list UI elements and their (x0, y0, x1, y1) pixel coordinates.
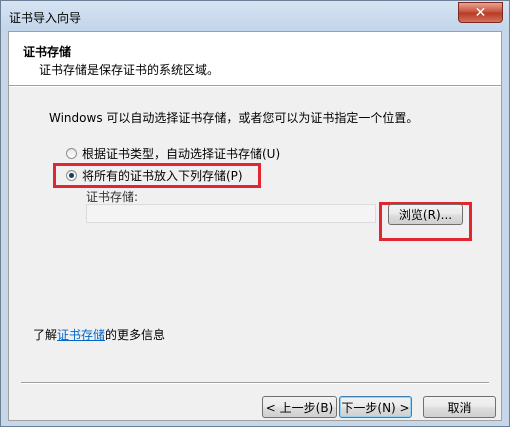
manual-store-radio[interactable] (66, 169, 77, 181)
certificate-store-link[interactable]: 证书存储 (57, 328, 105, 342)
next-button[interactable]: 下一步(N) > (339, 396, 412, 418)
auto-select-label: 根据证书类型，自动选择证书存储(U) (82, 146, 281, 161)
cancel-button[interactable]: 取消 (423, 396, 496, 418)
footer-divider (21, 382, 489, 384)
intro-text: Windows 可以自动选择证书存储，或者您可以为证书指定一个位置。 (49, 111, 419, 125)
browse-button[interactable]: 浏览(R)... (388, 204, 463, 225)
certificate-import-wizard-window: 证书导入向导 ✕ 证书存储 证书存储是保存证书的系统区域。 Windows 可以… (0, 0, 510, 427)
back-button[interactable]: < 上一步(B) (262, 396, 337, 418)
store-field (86, 204, 376, 223)
manual-store-label: 将所有的证书放入下列存储(P) (82, 168, 243, 183)
manual-store-option[interactable]: 将所有的证书放入下列存储(P) (66, 166, 243, 184)
window-title: 证书导入向导 (9, 11, 82, 25)
title-bar[interactable]: 证书导入向导 ✕ (1, 1, 509, 31)
more-info-suffix: 的更多信息 (105, 328, 166, 342)
page-title: 证书存储 (23, 45, 72, 59)
page-description: 证书存储是保存证书的系统区域。 (39, 63, 220, 77)
store-label: 证书存储: (86, 190, 139, 204)
auto-select-radio[interactable] (66, 147, 77, 159)
wizard-header: 证书存储 证书存储是保存证书的系统区域。 (9, 32, 501, 85)
auto-select-store-option[interactable]: 根据证书类型，自动选择证书存储(U) (66, 144, 280, 162)
close-button[interactable]: ✕ (458, 2, 503, 23)
more-info: 了解证书存储的更多信息 (33, 326, 165, 343)
more-info-prefix: 了解 (33, 328, 58, 342)
close-icon: ✕ (474, 4, 487, 21)
wizard-content: 证书存储 证书存储是保存证书的系统区域。 Windows 可以自动选择证书存储，… (8, 31, 502, 421)
header-divider (9, 85, 501, 87)
